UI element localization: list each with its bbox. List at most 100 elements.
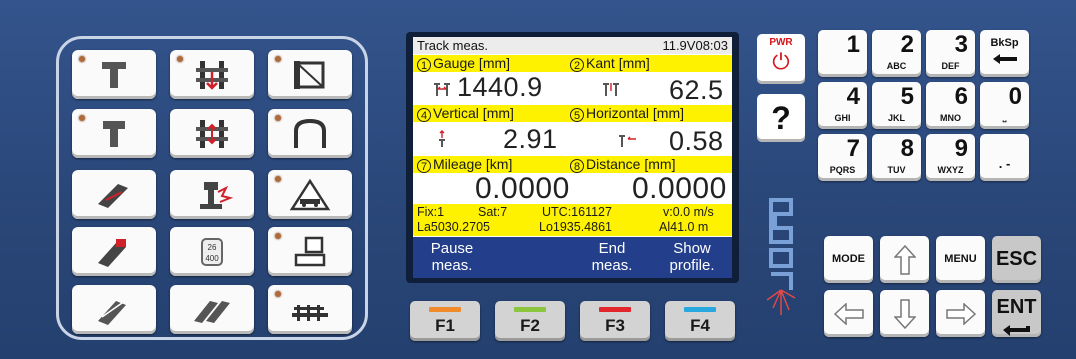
- up-arrow-button[interactable]: [880, 236, 929, 283]
- mileage-value: 0.0000: [475, 172, 570, 205]
- key-9[interactable]: 9 WXYZ: [926, 134, 975, 181]
- rail-joint-key[interactable]: [72, 170, 156, 219]
- gps-fix: Fix:1: [417, 205, 445, 219]
- vertical-offset-icon: [439, 130, 445, 147]
- gps-satellites: Sat:7: [478, 205, 508, 219]
- power-button[interactable]: PWR ⏻: [757, 34, 805, 84]
- gps-longitude: Lo1935.4861: [539, 220, 612, 234]
- signal-post-icon: [294, 236, 326, 266]
- help-button[interactable]: ?: [757, 94, 805, 142]
- softkey-show-profile[interactable]: Show profile.: [653, 237, 731, 278]
- platform-edge-key[interactable]: [268, 285, 352, 334]
- gps-velocity: v:0.0 m/s: [663, 205, 714, 219]
- gps-status-area: Fix:1 Sat:7 UTC:161127 v:0.0 m/s La5030.…: [413, 204, 732, 236]
- f4-button[interactable]: F4: [665, 301, 735, 341]
- led-indicator: [275, 291, 281, 297]
- rail-switch-key[interactable]: [170, 285, 254, 334]
- rail-damage-key[interactable]: [170, 170, 254, 219]
- bridge-frame-key[interactable]: [268, 50, 352, 99]
- rail-fastening-icon: [98, 238, 126, 267]
- led-indicator: [275, 115, 281, 121]
- f1-button[interactable]: F1: [410, 301, 480, 341]
- arrow-up-icon: [892, 244, 917, 275]
- kant-value: 62.5: [669, 75, 724, 105]
- backspace-arrow-icon: [993, 54, 1017, 64]
- f3-color-strip: [599, 307, 631, 312]
- battery-time-status: 11.9V08:03: [662, 38, 728, 53]
- led-indicator: [275, 176, 281, 182]
- sleeper-defect-icon: [196, 119, 228, 148]
- rail-profile-icon: [102, 61, 126, 88]
- kant-label: 2 Kant [mm]: [570, 55, 650, 72]
- softkey-bar: Pause meas. End meas. Show profile.: [413, 237, 732, 278]
- distance-value: 0.0000: [632, 172, 727, 205]
- signal-post-key[interactable]: [268, 227, 352, 276]
- vertical-horizontal-label-row: 4 Vertical [mm] 5 Horizontal [mm]: [413, 105, 732, 122]
- rail-profile-key[interactable]: [72, 50, 156, 99]
- speed-limit-sign-key[interactable]: 26 400: [170, 227, 254, 276]
- horizontal-label: 5 Horizontal [mm]: [570, 105, 684, 122]
- key-1[interactable]: 1: [818, 30, 867, 77]
- f2-color-strip: [514, 307, 546, 312]
- horizontal-value: 0.58: [669, 126, 724, 156]
- gps-utc: UTC:161127: [542, 205, 612, 219]
- lcd-display: Track meas. 11.9V08:03 1 Gauge [mm] 2 Kant…: [413, 37, 732, 278]
- gps-altitude: Al41.0 m: [659, 220, 709, 234]
- key-6[interactable]: 6 MNO: [926, 82, 975, 129]
- backspace-key[interactable]: BkSp: [980, 30, 1029, 77]
- key-8[interactable]: 8 TUV: [872, 134, 921, 181]
- softkey-empty[interactable]: [493, 237, 571, 278]
- level-crossing-sign-icon: [289, 178, 331, 210]
- menu-button[interactable]: MENU: [936, 236, 985, 283]
- key-7[interactable]: 7 PQRS: [818, 134, 867, 181]
- rail-weld-key[interactable]: [72, 285, 156, 334]
- horizontal-offset-icon: [619, 135, 636, 147]
- platform-edge-icon: [292, 304, 328, 321]
- track-gauge-key[interactable]: [170, 50, 254, 99]
- vertical-value: 2.91: [503, 124, 558, 154]
- softkey-end-measurement[interactable]: End meas.: [573, 237, 651, 278]
- led-indicator: [79, 115, 85, 121]
- key-4[interactable]: 4 GHI: [818, 82, 867, 129]
- down-arrow-button[interactable]: [880, 290, 929, 337]
- enter-arrow-icon: [1002, 325, 1030, 336]
- power-label: PWR: [769, 37, 793, 48]
- f4-color-strip: [684, 307, 716, 312]
- led-indicator: [79, 56, 85, 62]
- sleeper-defect-key[interactable]: [170, 109, 254, 158]
- key-0[interactable]: 0 ⎵: [980, 82, 1029, 129]
- rail-section-key[interactable]: [72, 109, 156, 158]
- led-indicator: [275, 233, 281, 239]
- rail-damage-icon: [200, 181, 234, 209]
- power-icon: ⏻: [772, 49, 790, 74]
- gauge-kant-label-row: 1 Gauge [mm] 2 Kant [mm]: [413, 55, 732, 72]
- key-2[interactable]: 2 ABC: [872, 30, 921, 77]
- f2-button[interactable]: F2: [495, 301, 565, 341]
- distance-label: 8 Distance [mm]: [570, 156, 675, 173]
- gauge-value: 1440.9: [457, 72, 543, 102]
- rail-fastening-key[interactable]: [72, 227, 156, 276]
- rail-weld-icon: [98, 300, 126, 325]
- escape-button[interactable]: ESC: [992, 236, 1041, 283]
- level-crossing-sign-key[interactable]: [268, 170, 352, 219]
- arrow-left-icon: [833, 302, 864, 326]
- tunnel-clearance-key[interactable]: [268, 109, 352, 158]
- key-5[interactable]: 5 JKL: [872, 82, 921, 129]
- screen-title: Track meas.: [417, 38, 489, 53]
- right-arrow-button[interactable]: [936, 290, 985, 337]
- rail-section-icon: [103, 120, 125, 147]
- f3-button[interactable]: F3: [580, 301, 650, 341]
- mode-button[interactable]: MODE: [824, 236, 873, 283]
- rail-switch-icon: [194, 300, 230, 323]
- gps-latitude: La5030.2705: [417, 220, 490, 234]
- dot-minus-key[interactable]: . -: [980, 134, 1029, 181]
- bridge-frame-icon: [294, 60, 325, 89]
- enter-button[interactable]: ENT: [992, 290, 1041, 337]
- key-3[interactable]: 3 DEF: [926, 30, 975, 77]
- device-panel: 26 400 Track meas. 11.9V08:03 1 Gauge [m…: [0, 0, 1076, 359]
- left-arrow-button[interactable]: [824, 290, 873, 337]
- brand-logo: [766, 198, 796, 315]
- led-indicator: [275, 56, 281, 62]
- softkey-pause-measurement[interactable]: Pause meas.: [413, 237, 491, 278]
- mileage-distance-label-row: 7 Mileage [km] 8 Distance [mm]: [413, 156, 732, 173]
